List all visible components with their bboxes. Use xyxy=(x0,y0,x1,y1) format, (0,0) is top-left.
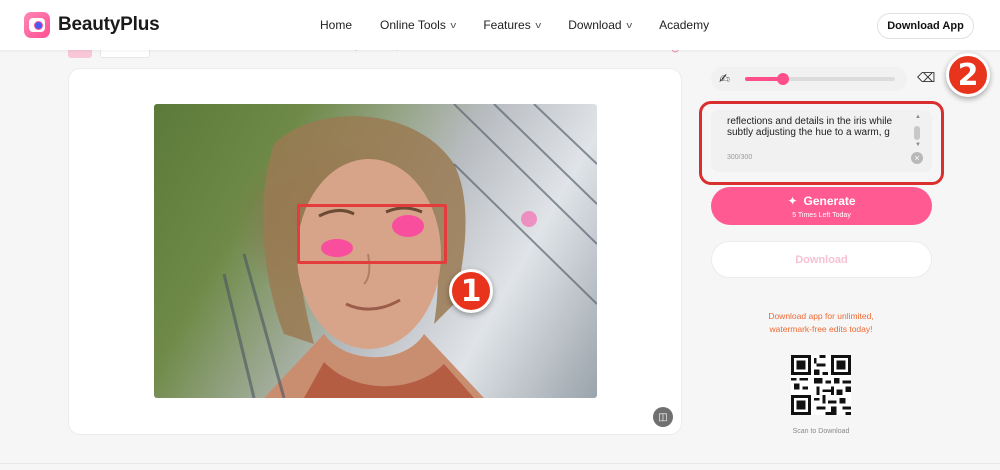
promo-line: Download app for unlimited, xyxy=(768,311,874,321)
nav-item-academy[interactable]: Academy xyxy=(659,18,709,32)
top-header: BeautyPlus Home Online Tools v Features … xyxy=(0,0,1000,50)
generate-main: ✦ Generate xyxy=(711,194,932,208)
nav-item-online-tools[interactable]: Online Tools v xyxy=(380,18,457,32)
chevron-down-icon: v xyxy=(535,20,541,30)
generate-label: Generate xyxy=(803,194,856,208)
main-nav: Home Online Tools v Features v Download … xyxy=(320,0,709,50)
generate-button[interactable]: ✦ Generate 5 Times Left Today xyxy=(711,187,932,225)
scroll-up-icon[interactable]: ▲ xyxy=(915,114,921,120)
generate-remaining-label: 5 Times Left Today xyxy=(792,212,851,219)
nav-item-label: Features xyxy=(483,18,531,32)
logo[interactable]: BeautyPlus xyxy=(24,12,160,38)
scan-to-download-label: Scan to Download xyxy=(792,428,850,435)
prompt-text: reflections and details in the iris whil… xyxy=(727,116,893,138)
prompt-textarea[interactable]: reflections and details in the iris whil… xyxy=(711,110,932,172)
clear-icon[interactable]: × xyxy=(911,152,923,164)
annotation-badge-2: 2 xyxy=(946,53,990,97)
brush-size-control: ✍ xyxy=(711,67,907,91)
beautyplus-logo-icon xyxy=(24,12,50,38)
character-count: 300/300 xyxy=(727,154,753,161)
annotation-badge-1: 1 xyxy=(449,269,493,313)
logo-text: BeautyPlus xyxy=(58,14,160,35)
compare-icon[interactable]: ◫ xyxy=(653,407,673,427)
annotation-highlight-eyes xyxy=(297,204,447,264)
promo-text: Download app for unlimited, watermark-fr… xyxy=(741,310,901,336)
promo-line: watermark-free edits today! xyxy=(769,324,873,334)
nav-item-label: Download xyxy=(568,18,622,32)
nav-item-download[interactable]: Download v xyxy=(568,18,632,32)
brush-size-slider-thumb[interactable] xyxy=(776,73,789,85)
divider xyxy=(0,463,1000,464)
scroll-down-icon[interactable]: ▼ xyxy=(915,142,921,148)
sparkle-icon: ✦ xyxy=(787,194,798,208)
chevron-down-icon: v xyxy=(625,20,632,30)
nav-item-label: Academy xyxy=(659,18,710,32)
nav-item-label: Home xyxy=(320,18,353,32)
eraser-icon[interactable]: ⌫ xyxy=(917,70,935,86)
nav-item-label: Online Tools xyxy=(380,18,446,32)
prompt-scrollbar-thumb[interactable] xyxy=(914,126,920,140)
brush-icon: ✍ xyxy=(719,71,730,86)
chevron-down-icon: v xyxy=(450,20,457,30)
qr-code-graphic xyxy=(791,355,851,415)
qr-code xyxy=(791,355,851,415)
download-button[interactable]: Download xyxy=(711,241,932,278)
nav-item-features[interactable]: Features v xyxy=(483,18,541,32)
nav-item-home[interactable]: Home xyxy=(320,18,352,32)
download-app-button[interactable]: Download App xyxy=(877,13,974,39)
